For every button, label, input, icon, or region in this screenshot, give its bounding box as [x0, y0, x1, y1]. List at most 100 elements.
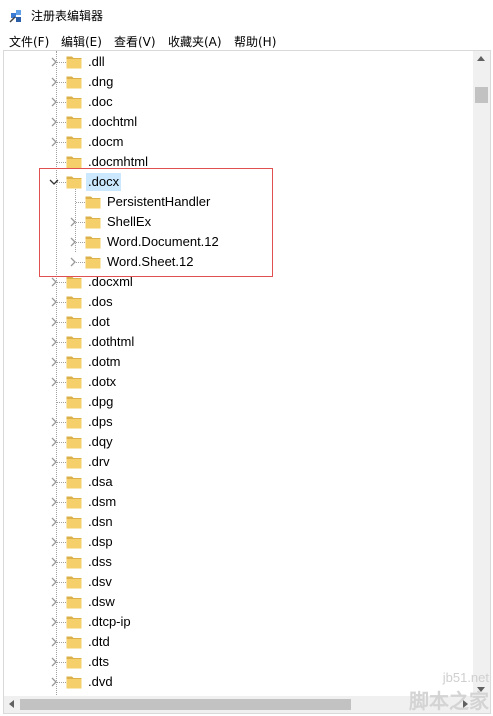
tree-item[interactable]: .dsp — [4, 532, 473, 552]
tree-item-label[interactable]: .dochtml — [88, 113, 137, 131]
tree-item[interactable]: .drv — [4, 452, 473, 472]
chevron-right-icon[interactable] — [48, 496, 60, 508]
chevron-right-icon[interactable] — [48, 336, 60, 348]
chevron-right-icon[interactable] — [67, 216, 79, 228]
scroll-left-icon[interactable] — [9, 700, 14, 708]
tree-item-label[interactable]: .dsn — [88, 513, 113, 531]
tree-item-label[interactable]: .docm — [88, 133, 123, 151]
tree-item[interactable]: ShellEx — [4, 212, 473, 232]
tree-item[interactable]: .dts — [4, 652, 473, 672]
tree-item-label[interactable]: .dss — [88, 553, 112, 571]
tree-item[interactable]: .dsm — [4, 492, 473, 512]
scroll-right-icon[interactable] — [463, 700, 468, 708]
tree-item-label[interactable]: .dsm — [88, 493, 116, 511]
chevron-right-icon[interactable] — [48, 356, 60, 368]
tree-item-label[interactable]: .dotx — [88, 373, 116, 391]
chevron-right-icon[interactable] — [67, 236, 79, 248]
chevron-right-icon[interactable] — [67, 256, 79, 268]
tree-item-label[interactable]: .dos — [88, 293, 113, 311]
tree-item-label[interactable]: ShellEx — [107, 213, 151, 231]
menu-edit[interactable]: 编辑(E) — [61, 33, 102, 50]
tree-item[interactable]: .dot — [4, 312, 473, 332]
tree-item-label[interactable]: .dqy — [88, 433, 113, 451]
menu-help[interactable]: 帮助(H) — [234, 33, 276, 50]
menu-favorites[interactable]: 收藏夹(A) — [168, 33, 222, 50]
tree-item[interactable]: .docmhtml — [4, 152, 473, 172]
tree-item-label[interactable]: .dvd — [88, 673, 113, 691]
tree-item-label[interactable]: Word.Sheet.12 — [107, 253, 193, 271]
tree-item-label[interactable]: .dsa — [88, 473, 113, 491]
tree-item[interactable]: .dvd — [4, 672, 473, 692]
tree-item[interactable]: .docm — [4, 132, 473, 152]
tree-item-label[interactable]: .docxml — [88, 273, 133, 291]
tree-item[interactable]: .docx — [4, 172, 473, 192]
tree-item[interactable]: .dsa — [4, 472, 473, 492]
chevron-right-icon[interactable] — [48, 656, 60, 668]
chevron-right-icon[interactable] — [48, 136, 60, 148]
tree-item-label[interactable]: .docx — [86, 173, 122, 191]
chevron-right-icon[interactable] — [48, 56, 60, 68]
scroll-up-icon[interactable] — [477, 56, 485, 61]
tree-item-label[interactable]: .dotm — [88, 353, 121, 371]
chevron-right-icon[interactable] — [48, 556, 60, 568]
tree-item-label[interactable]: .dng — [88, 73, 113, 91]
tree-item[interactable]: .dtd — [4, 632, 473, 652]
tree-item[interactable]: .dsw — [4, 592, 473, 612]
tree-item-label[interactable]: .dps — [88, 413, 113, 431]
tree-item-label[interactable]: .drv — [88, 453, 110, 471]
tree-item-label[interactable]: .doc — [88, 93, 113, 111]
chevron-right-icon[interactable] — [48, 316, 60, 328]
chevron-right-icon[interactable] — [48, 96, 60, 108]
tree-item-label[interactable]: PersistentHandler — [107, 193, 210, 211]
tree-item[interactable]: Word.Document.12 — [4, 232, 473, 252]
chevron-right-icon[interactable] — [48, 476, 60, 488]
tree-item-label[interactable]: .dsp — [88, 533, 113, 551]
chevron-right-icon[interactable] — [48, 536, 60, 548]
tree-item[interactable]: .docxml — [4, 272, 473, 292]
tree-item[interactable]: PersistentHandler — [4, 192, 473, 212]
tree-item[interactable]: .dotx — [4, 372, 473, 392]
chevron-right-icon[interactable] — [48, 376, 60, 388]
chevron-right-icon[interactable] — [48, 296, 60, 308]
tree-item-label[interactable]: .dll — [88, 53, 105, 71]
vertical-scrollbar[interactable] — [473, 51, 490, 697]
tree-item-label[interactable]: .dsv — [88, 573, 112, 591]
chevron-right-icon[interactable] — [48, 456, 60, 468]
tree-item[interactable]: .dsn — [4, 512, 473, 532]
chevron-right-icon[interactable] — [48, 436, 60, 448]
chevron-down-icon[interactable] — [48, 176, 60, 188]
tree-item[interactable]: .dqy — [4, 432, 473, 452]
chevron-right-icon[interactable] — [48, 576, 60, 588]
tree-item-label[interactable]: .dsw — [88, 593, 115, 611]
chevron-right-icon[interactable] — [48, 416, 60, 428]
tree-item-label[interactable]: .dothtml — [88, 333, 134, 351]
tree-item[interactable]: .dtcp-ip — [4, 612, 473, 632]
tree-item[interactable]: .dss — [4, 552, 473, 572]
tree-item[interactable]: Word.Sheet.12 — [4, 252, 473, 272]
tree-item-label[interactable]: .dot — [88, 313, 110, 331]
tree-item-label[interactable]: .dts — [88, 653, 109, 671]
tree-item[interactable]: .dothtml — [4, 332, 473, 352]
horizontal-scrollbar[interactable] — [4, 696, 473, 713]
chevron-right-icon[interactable] — [48, 116, 60, 128]
chevron-right-icon[interactable] — [48, 636, 60, 648]
scroll-down-icon[interactable] — [477, 687, 485, 692]
vertical-scroll-thumb[interactable] — [475, 87, 488, 103]
tree-item-label[interactable]: .dpg — [88, 393, 113, 411]
menu-view[interactable]: 查看(V) — [114, 33, 156, 50]
chevron-right-icon[interactable] — [48, 596, 60, 608]
chevron-right-icon[interactable] — [48, 616, 60, 628]
horizontal-scroll-thumb[interactable] — [20, 699, 351, 710]
tree-item-label[interactable]: Word.Document.12 — [107, 233, 219, 251]
chevron-right-icon[interactable] — [48, 276, 60, 288]
tree-item-label[interactable]: .docmhtml — [88, 153, 148, 171]
tree-item[interactable]: .dps — [4, 412, 473, 432]
tree-item-label[interactable]: .dtd — [88, 633, 110, 651]
tree-item[interactable]: .dos — [4, 292, 473, 312]
tree-item[interactable]: .dpg — [4, 392, 473, 412]
tree-item[interactable]: .doc — [4, 92, 473, 112]
tree-item[interactable]: .dsv — [4, 572, 473, 592]
chevron-right-icon[interactable] — [48, 676, 60, 688]
chevron-right-icon[interactable] — [48, 76, 60, 88]
tree-item[interactable]: .dng — [4, 72, 473, 92]
